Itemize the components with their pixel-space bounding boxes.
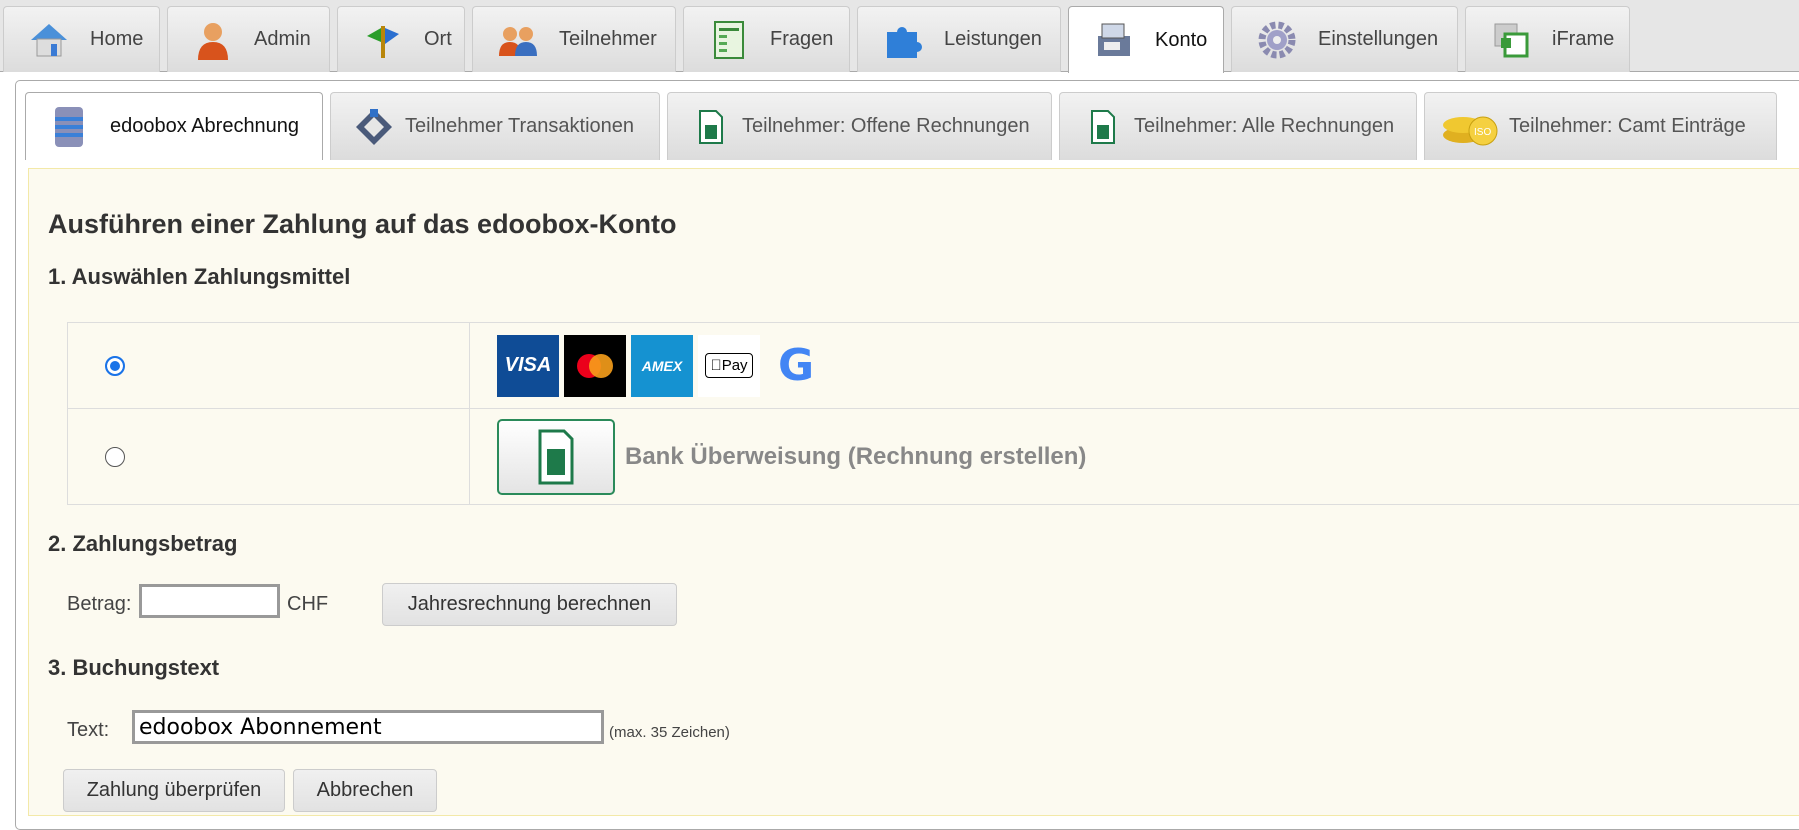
invoice-icon <box>1082 106 1124 148</box>
page-title: Ausführen einer Zahlung auf das edoobox-… <box>48 209 677 239</box>
max-length-hint: (max. 35 Zeichen) <box>609 724 730 741</box>
admin-user-icon <box>192 19 234 61</box>
subtab-label: edoobox Abrechnung <box>110 115 300 137</box>
svg-text:ISO: ISO <box>1474 127 1491 138</box>
google-pay-icon: G <box>777 340 815 391</box>
currency-label: CHF <box>287 593 329 615</box>
invoice-icon <box>690 106 732 148</box>
section-booking-text-title: 3. Buchungstext <box>48 655 220 680</box>
tab-label: Ort <box>424 28 452 50</box>
tab-admin[interactable]: Admin <box>167 6 330 72</box>
subtab-offene-rechnungen[interactable]: Teilnehmer: Offene Rechnungen <box>667 92 1052 160</box>
section-amount-title: 2. Zahlungsbetrag <box>48 531 238 556</box>
main-nav: Home Admin Ort Teilnehmer Fragen Leistun… <box>0 0 1799 73</box>
cancel-button[interactable]: Abbrechen <box>293 769 437 812</box>
tab-label: Home <box>90 28 144 50</box>
subtab-label: Teilnehmer: Alle Rechnungen <box>1134 115 1395 137</box>
iso-coins-icon: ISO <box>1441 106 1501 148</box>
puzzle-icon <box>882 19 924 61</box>
konto-panel: edoobox Abrechnung Teilnehmer Transaktio… <box>15 80 1799 830</box>
bank-radio[interactable] <box>105 446 125 467</box>
tab-einstellungen[interactable]: Einstellungen <box>1231 6 1458 72</box>
tab-fragen[interactable]: Fragen <box>683 6 850 72</box>
tab-label: Fragen <box>770 28 834 50</box>
subtab-label: Teilnehmer Transaktionen <box>405 115 635 137</box>
amount-input[interactable] <box>139 584 280 618</box>
tab-home[interactable]: Home <box>3 6 160 72</box>
questions-form-icon <box>708 19 750 61</box>
payment-method-table: VISA AMEX Pay G Bank Überweisung (Rechn… <box>67 322 1799 505</box>
transactions-icon <box>353 106 395 148</box>
tab-leistungen[interactable]: Leistungen <box>857 6 1061 72</box>
tab-label: iFrame <box>1552 28 1615 50</box>
apple-pay-icon: Pay <box>698 334 760 397</box>
subtab-label: Teilnehmer: Camt Einträge <box>1509 115 1746 137</box>
review-payment-button[interactable]: Zahlung überprüfen <box>63 769 285 812</box>
calculate-annual-invoice-button[interactable]: Jahresrechnung berechnen <box>382 583 677 626</box>
home-icon <box>28 19 70 61</box>
payment-option-card[interactable]: VISA AMEX Pay G <box>68 323 1799 409</box>
tab-label: Teilnehmer <box>559 28 657 50</box>
subtab-teilnehmer-transaktionen[interactable]: Teilnehmer Transaktionen <box>330 92 660 160</box>
iframe-icon <box>1490 19 1532 61</box>
amex-icon: AMEX <box>631 334 693 397</box>
signpost-icon <box>362 19 404 61</box>
text-label: Text: <box>67 719 110 741</box>
tab-iframe[interactable]: iFrame <box>1465 6 1630 72</box>
cash-register-icon <box>1093 19 1135 61</box>
bank-transfer-label: Bank Überweisung (Rechnung erstellen) <box>625 442 1087 470</box>
visa-icon: VISA <box>497 334 559 397</box>
card-radio[interactable] <box>105 355 125 376</box>
tab-teilnehmer[interactable]: Teilnehmer <box>472 6 676 72</box>
apple-pay-label: Pay <box>716 357 748 374</box>
server-stack-icon <box>48 106 90 148</box>
subtab-label: Teilnehmer: Offene Rechnungen <box>742 115 1030 137</box>
subtab-camt-eintraege[interactable]: ISO Teilnehmer: Camt Einträge <box>1424 92 1777 160</box>
bank-invoice-icon <box>497 418 615 495</box>
tab-konto[interactable]: Konto <box>1068 6 1224 73</box>
tab-label: Leistungen <box>944 28 1042 50</box>
tab-label: Admin <box>254 28 311 50</box>
subtab-edoobox-abrechnung[interactable]: edoobox Abrechnung <box>25 92 323 160</box>
subtab-alle-rechnungen[interactable]: Teilnehmer: Alle Rechnungen <box>1059 92 1417 160</box>
section-payment-method-title: 1. Auswählen Zahlungsmittel <box>48 264 351 289</box>
participants-icon <box>497 19 539 61</box>
tab-ort[interactable]: Ort <box>337 6 465 72</box>
tab-label: Konto <box>1155 28 1208 51</box>
mastercard-icon <box>564 334 626 397</box>
payment-option-bank[interactable]: Bank Überweisung (Rechnung erstellen) <box>68 409 1799 504</box>
payment-form: Ausführen einer Zahlung auf das edoobox-… <box>28 168 1799 816</box>
gear-icon <box>1256 19 1298 61</box>
tab-label: Einstellungen <box>1318 28 1439 50</box>
booking-text-input[interactable] <box>132 710 604 744</box>
amount-label: Betrag: <box>67 593 132 615</box>
